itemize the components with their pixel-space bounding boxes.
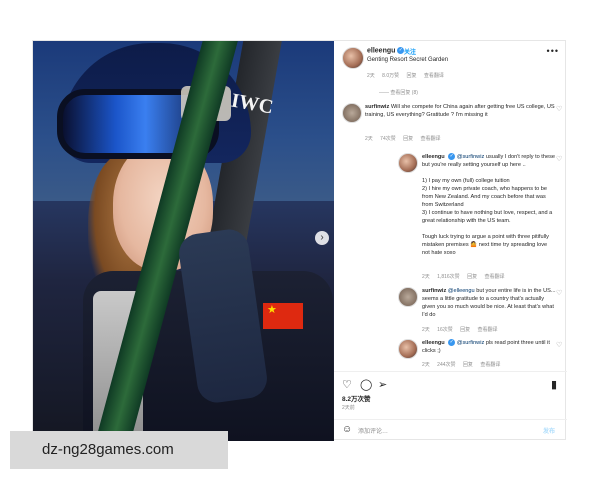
comment-likes[interactable]: 74次赞 <box>380 136 396 142</box>
reply-avatar[interactable] <box>398 287 418 307</box>
reply-avatar[interactable] <box>398 339 418 359</box>
share-icon[interactable]: ➢ <box>378 378 387 391</box>
reply-line: but you're really setting yourself up he… <box>422 162 526 168</box>
comment-like-icon[interactable]: ♡ <box>556 289 562 297</box>
more-options-icon[interactable]: ••• <box>547 46 559 56</box>
reply-line: from New Zealand. And my coach before th… <box>422 194 546 200</box>
reply-username[interactable]: elleengu <box>422 340 445 346</box>
caption-translate-button[interactable]: 查看翻译 <box>424 73 444 79</box>
comment-input[interactable]: 添加评论… <box>358 426 388 435</box>
reply-line: great relationship with the US team. <box>422 218 511 224</box>
caption-meta: 2天 8.0万赞 回复 查看翻译 <box>367 72 450 79</box>
caption-reply-button[interactable]: 回复 <box>407 73 417 79</box>
reply-line: given you so much would be nice. At leas… <box>422 304 554 310</box>
reply-username[interactable]: elleengu <box>422 154 445 160</box>
reply-meta: 2天 244次赞 回复 查看翻译 <box>422 361 506 368</box>
comment-translate-button[interactable]: 查看翻译 <box>480 362 500 368</box>
comment-reply-button[interactable]: 回复 <box>460 327 470 333</box>
reply-line: clicks ;) <box>422 348 441 354</box>
comment-time: 2天 <box>422 362 430 368</box>
watermark-banner: dz-ng28games.com <box>10 431 228 469</box>
reply-line: I'd do <box>422 312 436 318</box>
caption-likes[interactable]: 8.0万赞 <box>382 73 399 79</box>
reply-line: not hate xoxo <box>422 250 456 256</box>
caption-time: 2天 <box>367 73 375 79</box>
comment-time: 2天 <box>365 136 373 142</box>
reply-line: from Switzerland <box>422 202 464 208</box>
reply-line: Tough luck trying to argue a point with … <box>422 234 549 240</box>
comment-like-icon[interactable]: ♡ <box>556 341 562 349</box>
reply-line: 3) I continue to have nothing but love, … <box>422 210 553 216</box>
post-comment-button[interactable]: 发布 <box>543 426 555 435</box>
instagram-post-card: IWC ★ › elleengu ✓ 关注 Genting Resort Secr… <box>32 40 567 441</box>
reply-line: 1) I pay my own (full) college tuition <box>422 178 510 184</box>
comment-translate-button[interactable]: 查看翻译 <box>478 327 498 333</box>
add-comment-bar: ☺ 添加评论… 发布 <box>334 419 567 442</box>
reply-text: elleengu ✓ @surfinwiz pls read point thr… <box>422 339 557 355</box>
reply-avatar[interactable] <box>398 153 418 173</box>
post-date: 2天前 <box>342 405 355 411</box>
reply-line: seems a little gratitude to a country th… <box>422 296 545 302</box>
heart-icon[interactable]: ♡ <box>342 378 352 391</box>
reply-line: mistaken premises 🤷 next time try spread… <box>422 242 548 248</box>
reply-meta: 2天 1,816次赞 回复 查看翻译 <box>422 273 511 280</box>
bookmark-icon[interactable]: ▮ <box>551 378 557 391</box>
follow-button[interactable]: 关注 <box>404 47 416 56</box>
comment-reply-button[interactable]: 回复 <box>463 362 473 368</box>
china-flag-patch: ★ <box>263 303 303 329</box>
reply-meta: 2天 16次赞 回复 查看翻译 <box>422 326 504 333</box>
reply-mention[interactable]: @surfinwiz <box>457 340 484 346</box>
comment-time: 2天 <box>422 274 430 280</box>
reply-line: usually I don't reply to these <box>485 154 555 160</box>
verified-icon: ✓ <box>448 339 456 347</box>
reply-username[interactable]: surfinwiz <box>422 288 446 294</box>
next-image-button[interactable]: › <box>315 231 329 245</box>
like-count[interactable]: 8.2万次赞 <box>342 393 371 403</box>
view-replies-link[interactable]: —— 查看回复 (8) <box>379 89 418 96</box>
comment-translate-button[interactable]: 查看翻译 <box>484 274 504 280</box>
post-location[interactable]: Genting Resort Secret Garden <box>367 57 448 63</box>
flag-star-icon: ★ <box>267 304 277 316</box>
comment-username[interactable]: surfinwiz <box>365 104 389 110</box>
post-side-panel: elleengu ✓ 关注 Genting Resort Secret Garde… <box>334 41 567 441</box>
comment-reply-button[interactable]: 回复 <box>467 274 477 280</box>
comment-like-icon[interactable]: ♡ <box>556 105 562 113</box>
commenter-avatar[interactable] <box>342 103 362 123</box>
reply-text: elleengu ✓ @surfinwiz usually I don't re… <box>422 153 557 257</box>
reply-mention[interactable]: @surfinwiz <box>457 154 484 160</box>
comment-likes[interactable]: 1,816次赞 <box>437 274 460 280</box>
reply-line: pls read point three until it <box>485 340 550 346</box>
comment-meta: 2天 74次赞 回复 查看翻译 <box>365 135 447 142</box>
reply-line: 2) I hire my own private coach, who happ… <box>422 186 547 192</box>
comment-icon[interactable]: ◯ <box>360 378 372 391</box>
author-avatar[interactable] <box>342 47 364 69</box>
reply-text: surfinwiz @elleengu but your entire life… <box>422 287 557 319</box>
comment-time: 2天 <box>422 327 430 333</box>
comment-reply-button[interactable]: 回复 <box>403 136 413 142</box>
post-photo[interactable]: IWC ★ › <box>33 41 334 441</box>
reply-line: but your entire life is in the US... <box>476 288 556 294</box>
comment-like-icon[interactable]: ♡ <box>556 155 562 163</box>
comment-body: Will she compete for China again after g… <box>365 104 555 118</box>
author-username[interactable]: elleengu ✓ <box>367 47 405 54</box>
comment-likes[interactable]: 244次赞 <box>437 362 455 368</box>
verified-icon: ✓ <box>448 153 456 161</box>
comment-likes[interactable]: 16次赞 <box>437 327 453 333</box>
reply-mention[interactable]: @elleengu <box>448 288 475 294</box>
comment-text: surfinwiz Will she compete for China aga… <box>365 103 555 119</box>
smiley-icon[interactable]: ☺ <box>342 424 352 435</box>
comment-translate-button[interactable]: 查看翻译 <box>421 136 441 142</box>
